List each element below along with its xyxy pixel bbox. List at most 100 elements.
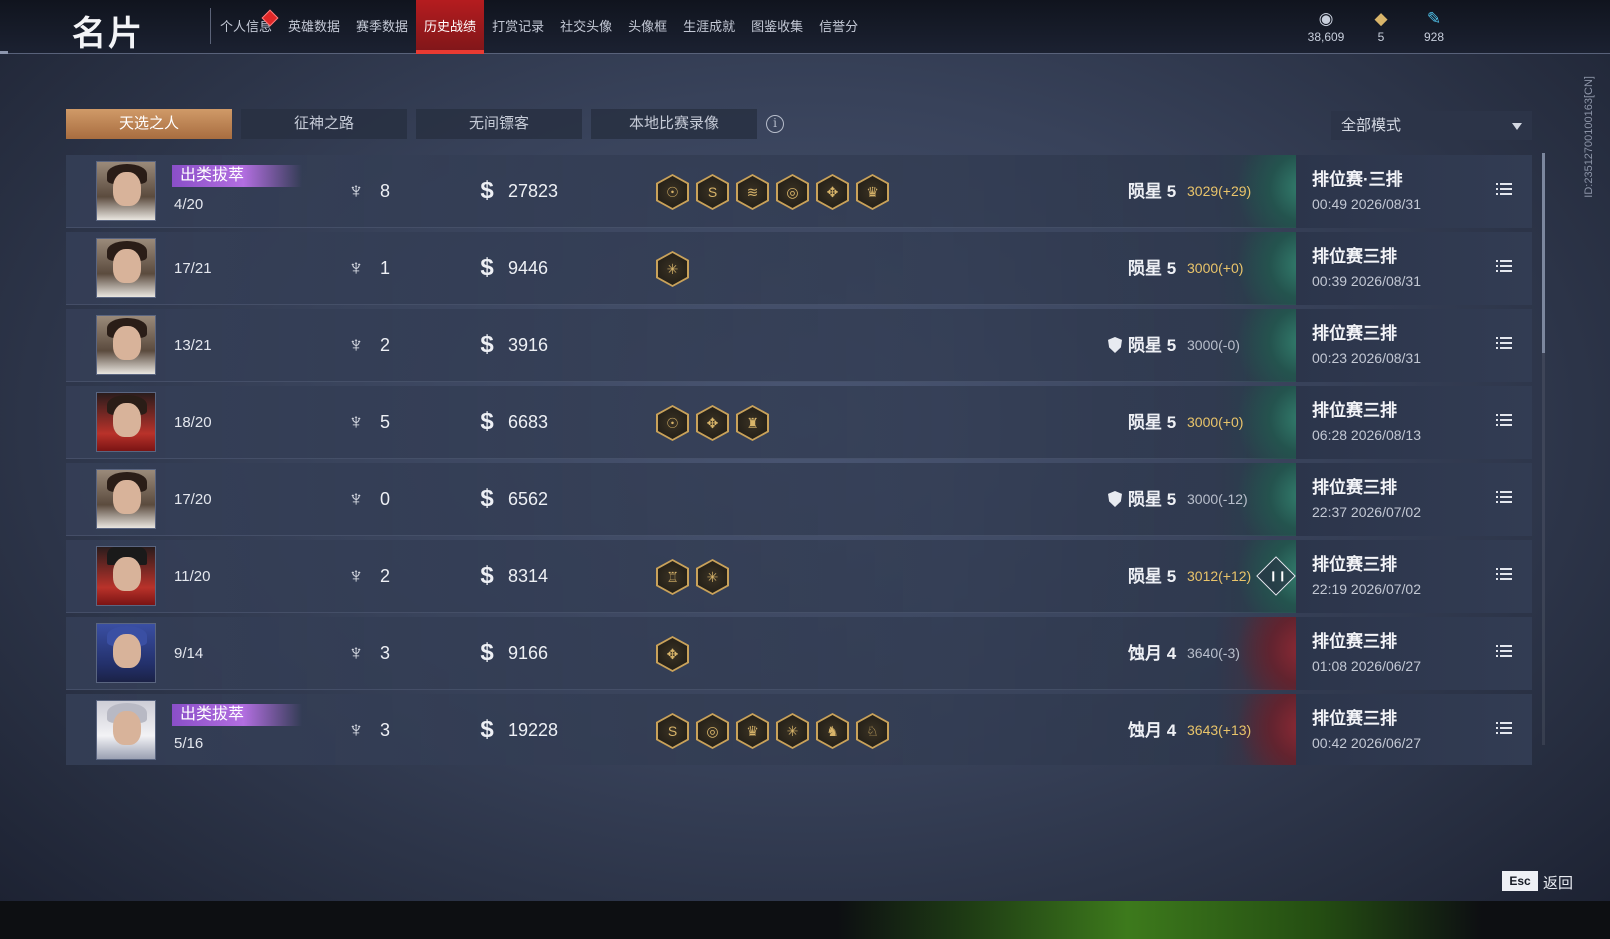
achievement-badge-icon[interactable]: ◎ <box>696 713 729 749</box>
tab-tianxuan[interactable]: 天选之人 <box>66 109 232 139</box>
achievement-badge-icon[interactable]: ♛ <box>736 713 769 749</box>
match-mode: 排位赛三排 <box>1312 324 1397 343</box>
details-menu-icon[interactable] <box>1496 337 1512 351</box>
nav-tab-8[interactable]: 图鉴收集 <box>743 0 811 54</box>
achievement-badge-icon[interactable]: S <box>656 713 689 749</box>
achievement-badge-icon[interactable]: ✥ <box>656 636 689 672</box>
match-row[interactable]: 9/14 ♆ 3 $9166 ✥ 蚀月 4 3640(-3) 排位赛三排 01:08 2026/… <box>66 617 1532 690</box>
damage-value: 6683 <box>508 412 549 432</box>
achievement-badge-icon[interactable]: ♖ <box>656 559 689 595</box>
kills-icon: ♆ <box>347 640 365 665</box>
details-menu-icon[interactable] <box>1496 491 1512 505</box>
nav-tab-2[interactable]: 赛季数据 <box>348 0 416 54</box>
tab-wujian[interactable]: 无间镖客 <box>416 109 582 139</box>
title-divider <box>210 8 211 44</box>
details-menu-icon[interactable] <box>1496 568 1512 582</box>
kills-icon: ♆ <box>347 332 365 357</box>
match-mode: 排位赛·三排 <box>1312 170 1403 189</box>
title-badge: 出类拔萃 <box>172 165 302 187</box>
nav-tab-label: 英雄数据 <box>288 19 341 34</box>
details-menu-icon[interactable] <box>1496 183 1512 197</box>
rank-tier: 蚀月 4 <box>1128 644 1177 663</box>
achievement-badge-icon[interactable]: ☉ <box>656 405 689 441</box>
match-time: 00:49 2026/08/31 <box>1312 196 1421 212</box>
achievement-badge-icon[interactable]: ◎ <box>776 174 809 210</box>
info-icon[interactable]: i <box>766 115 784 133</box>
nav-tab-0[interactable]: 个人信息 <box>212 0 280 54</box>
hero-avatar <box>96 546 156 606</box>
achievement-badge-icon[interactable]: ☉ <box>656 174 689 210</box>
avatar-face <box>113 711 141 745</box>
match-row[interactable]: 13/21 ♆ 2 $3916 陨星 5 3000(-0) 排位赛三排 00:23 2026/… <box>66 309 1532 382</box>
esc-key-hint[interactable]: Esc <box>1502 871 1538 891</box>
currency-feathers: ✎ 928 <box>1404 8 1464 44</box>
currency-coins: ◉ 38,609 <box>1296 8 1356 44</box>
achievement-badge-icon[interactable]: ♛ <box>856 174 889 210</box>
damage-icon: $ <box>480 408 494 435</box>
nav-tab-4[interactable]: 打赏记录 <box>484 0 552 54</box>
match-row[interactable]: 17/21 ♆ 1 $9446 ✳ 陨星 5 3000(+0) 排位赛三排 00:39 2026… <box>66 232 1532 305</box>
player-id: ID:2351270010016​3[CN] <box>1583 76 1595 198</box>
avatar-face <box>113 557 141 591</box>
hero-avatar <box>96 161 156 221</box>
achievement-badge-icon[interactable]: ♜ <box>736 405 769 441</box>
details-menu-icon[interactable] <box>1496 722 1512 736</box>
nav-tab-label: 打赏记录 <box>492 19 545 34</box>
achievement-badge-icon[interactable]: ≋ <box>736 174 769 210</box>
achievement-badge-icon[interactable]: S <box>696 174 729 210</box>
kills-count: 2 <box>380 335 391 355</box>
match-row[interactable]: 11/20 ♆ 2 $8314 ♖ ✳ 陨星 5 3012(+12) 排位赛三排 22:19 20… <box>66 540 1532 613</box>
achievement-badge-icon[interactable]: ✳ <box>656 251 689 287</box>
match-row[interactable]: 18/20 ♆ 5 $6683 ☉ ✥ ♜ 陨星 5 3000(+0) 排位赛三排 06:28 20… <box>66 386 1532 459</box>
kills-count: 5 <box>380 412 391 432</box>
match-mode: 排位赛三排 <box>1312 709 1397 728</box>
mode-filter-value: 全部模式 <box>1341 117 1402 134</box>
details-menu-icon[interactable] <box>1496 260 1512 274</box>
ticket-icon: ◆ <box>1374 9 1388 28</box>
match-time: 01:08 2026/06/27 <box>1312 658 1421 674</box>
coin-icon: ◉ <box>1318 9 1334 28</box>
nav-tab-label: 社交头像 <box>560 19 613 34</box>
scrollbar-thumb[interactable] <box>1542 153 1545 353</box>
achievement-badge-icon[interactable]: ♞ <box>816 713 849 749</box>
achievement-badge-icon[interactable]: ✥ <box>696 405 729 441</box>
achievement-badges: ☉ S ≋ ◎ ✥ ♛ <box>656 174 889 210</box>
achievement-badge-icon[interactable]: ✳ <box>776 713 809 749</box>
achievement-badges: ✳ <box>656 251 689 287</box>
details-menu-icon[interactable] <box>1496 414 1512 428</box>
rank-score: 3643(+13) <box>1187 722 1252 738</box>
damage-icon: $ <box>480 177 494 204</box>
details-menu-icon[interactable] <box>1496 645 1512 659</box>
mode-filter-select[interactable]: 全部模式 <box>1331 111 1532 140</box>
nav-tab-7[interactable]: 生涯成就 <box>675 0 743 54</box>
achievement-badge-icon[interactable]: ✥ <box>816 174 849 210</box>
list-scrollbar[interactable] <box>1542 153 1545 745</box>
nav-tab-9[interactable]: 信誉分 <box>811 0 866 54</box>
match-time: 06:28 2026/08/13 <box>1312 427 1421 443</box>
tab-zhengshen[interactable]: 征神之路 <box>241 109 407 139</box>
currency-coins-value: 38,609 <box>1307 30 1345 44</box>
damage-value: 27823 <box>508 181 559 201</box>
nav-tab-3[interactable]: 历史战绩 <box>416 0 485 54</box>
damage-value: 6562 <box>508 489 549 509</box>
currency-tickets: ◆ 5 <box>1351 8 1411 44</box>
nav-tab-1[interactable]: 英雄数据 <box>280 0 348 54</box>
damage-icon: $ <box>480 331 494 358</box>
match-row[interactable]: 出类拔萃 4/20 ♆ 8 $27823 ☉ S ≋ ◎ ✥ ♛ 陨星 5 3029(+29) 排位赛·三… <box>66 155 1532 228</box>
match-row[interactable]: 17/20 ♆ 0 $6562 陨星 5 3000(-12) 排位赛三排 22:37 2026… <box>66 463 1532 536</box>
achievement-badge-icon[interactable]: ♘ <box>856 713 889 749</box>
tab-local-replay[interactable]: 本地比赛录像 <box>591 109 757 139</box>
nav-tab-5[interactable]: 社交头像 <box>552 0 620 54</box>
nav-tab-6[interactable]: 头像框 <box>620 0 675 54</box>
achievement-badges: ♖ ✳ <box>656 559 729 595</box>
rank-tier: 陨星 5 <box>1128 490 1177 509</box>
nav-tab-label: 信誉分 <box>819 19 859 34</box>
kills-count: 3 <box>380 643 391 663</box>
match-row[interactable]: 出类拔萃 5/16 ♆ 3 $19228 S ◎ ♛ ✳ ♞ ♘ 蚀月 4 3643(+13) 排位赛三排… <box>66 694 1532 765</box>
back-button[interactable]: 返回 <box>1543 872 1573 893</box>
damage-value: 3916 <box>508 335 549 355</box>
match-time: 22:37 2026/07/02 <box>1312 504 1421 520</box>
damage-icon: $ <box>480 485 494 512</box>
achievement-badge-icon[interactable]: ✳ <box>696 559 729 595</box>
placement-rank: 13/21 <box>174 337 212 354</box>
